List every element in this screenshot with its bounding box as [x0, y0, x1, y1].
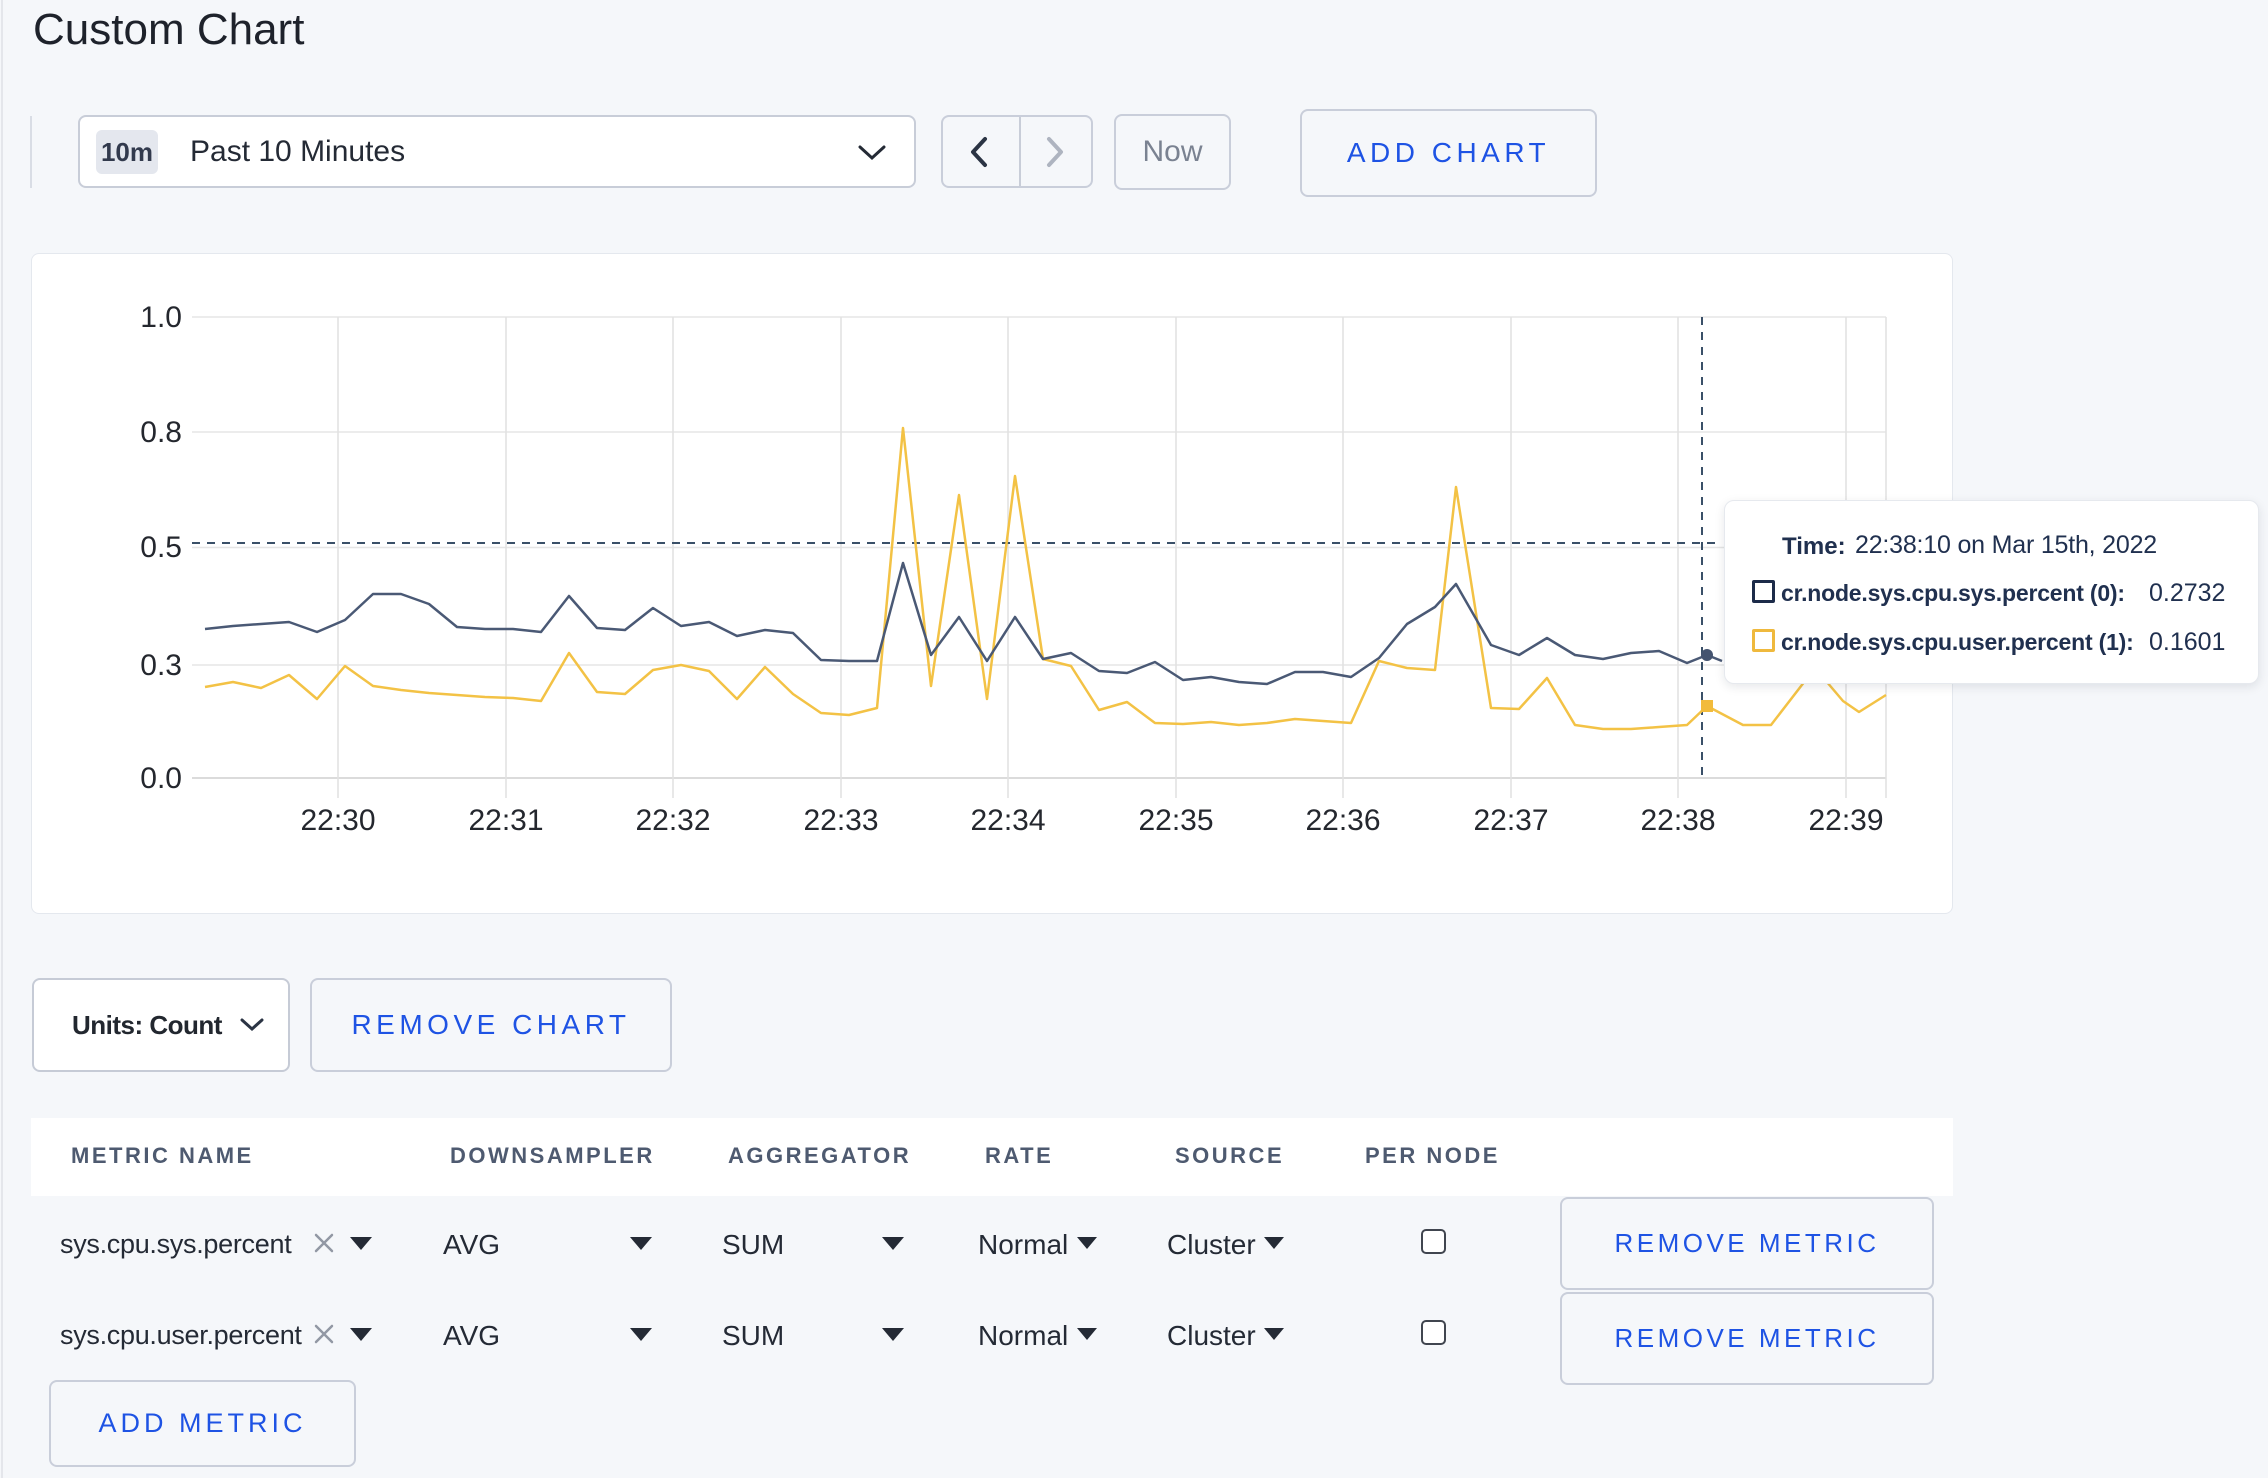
svg-text:22:39: 22:39 [1808, 804, 1883, 837]
svg-text:22:33: 22:33 [803, 804, 878, 837]
svg-text:22:37: 22:37 [1473, 804, 1548, 837]
svg-text:1.0: 1.0 [140, 301, 182, 334]
svg-text:0.8: 0.8 [140, 416, 182, 449]
svg-text:22:38: 22:38 [1640, 804, 1715, 837]
svg-text:0.5: 0.5 [140, 531, 182, 564]
svg-text:22:32: 22:32 [635, 804, 710, 837]
svg-text:22:31: 22:31 [468, 804, 543, 837]
svg-text:0.0: 0.0 [140, 762, 182, 795]
svg-text:22:30: 22:30 [300, 804, 375, 837]
svg-text:0.3: 0.3 [140, 649, 182, 682]
svg-text:22:35: 22:35 [1138, 804, 1213, 837]
svg-text:22:34: 22:34 [970, 804, 1045, 837]
svg-text:22:36: 22:36 [1305, 804, 1380, 837]
